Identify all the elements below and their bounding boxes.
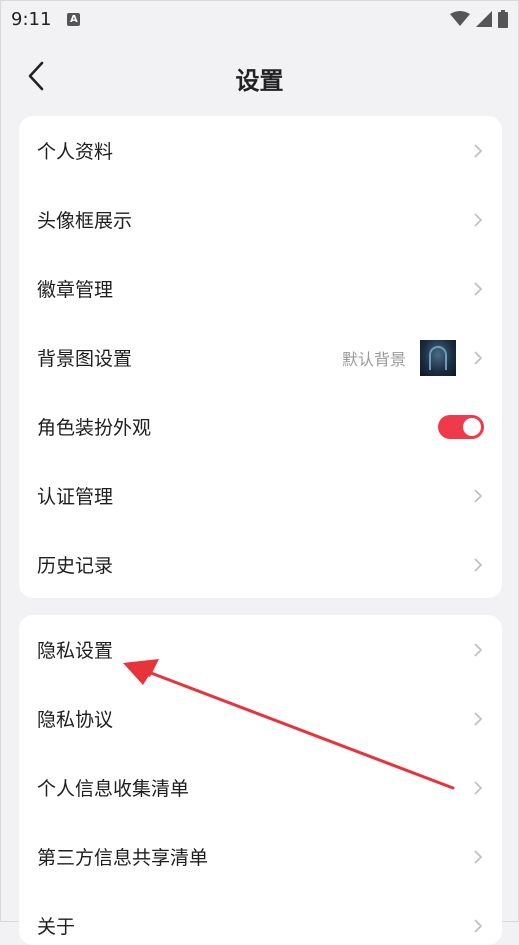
header: 设置 <box>1 49 518 103</box>
settings-item-label: 个人资料 <box>37 141 114 163</box>
settings-item-privacy-policy[interactable]: 隐私协议 <box>19 684 502 753</box>
battery-icon <box>498 10 508 28</box>
background-value: 默认背景 <box>341 349 406 369</box>
toggle-knob <box>463 417 481 436</box>
settings-item-label: 关于 <box>37 916 76 938</box>
chevron-right-icon <box>474 350 483 365</box>
background-thumbnail <box>420 339 456 376</box>
chevron-right-icon <box>474 212 483 227</box>
status-icons <box>450 10 508 28</box>
settings-card-main: 个人资料 头像框展示 徽章管理 背景图设置 默认背景 角色装扮外观 认证管理 历… <box>19 116 502 598</box>
chevron-right-icon <box>474 557 483 572</box>
settings-item-character-outfit: 角色装扮外观 <box>19 392 502 461</box>
settings-item-label: 角色装扮外观 <box>37 417 152 439</box>
chevron-right-icon <box>474 143 483 158</box>
signal-icon <box>476 11 492 27</box>
settings-item-label: 第三方信息共享清单 <box>37 847 209 869</box>
settings-item-profile[interactable]: 个人资料 <box>19 116 502 185</box>
notification-badge-icon: A <box>67 12 81 26</box>
settings-item-about[interactable]: 关于 <box>19 891 502 945</box>
settings-item-label: 个人信息收集清单 <box>37 778 190 800</box>
settings-item-label: 隐私设置 <box>37 640 114 662</box>
settings-item-history[interactable]: 历史记录 <box>19 530 502 598</box>
status-bar: 9:11 A <box>1 1 518 37</box>
settings-item-third-party-sharing[interactable]: 第三方信息共享清单 <box>19 822 502 891</box>
settings-item-avatar-frame[interactable]: 头像框展示 <box>19 185 502 254</box>
settings-item-background[interactable]: 背景图设置 默认背景 <box>19 323 502 392</box>
settings-item-verification[interactable]: 认证管理 <box>19 461 502 530</box>
chevron-right-icon <box>474 281 483 296</box>
page-title: 设置 <box>235 67 284 95</box>
character-outfit-toggle[interactable] <box>438 414 484 439</box>
settings-item-label: 徽章管理 <box>37 279 114 301</box>
settings-item-privacy-settings[interactable]: 隐私设置 <box>19 615 502 684</box>
settings-item-label: 认证管理 <box>37 486 114 508</box>
chevron-right-icon <box>474 642 483 657</box>
chevron-right-icon <box>474 780 483 795</box>
wifi-icon <box>450 11 470 26</box>
chevron-right-icon <box>474 711 483 726</box>
settings-card-privacy: 隐私设置 隐私协议 个人信息收集清单 第三方信息共享清单 关于 <box>19 615 502 945</box>
chevron-right-icon <box>474 488 483 503</box>
settings-item-label: 背景图设置 <box>37 348 133 370</box>
settings-item-label: 头像框展示 <box>37 210 133 232</box>
chevron-right-icon <box>474 918 483 933</box>
chevron-right-icon <box>474 849 483 864</box>
settings-item-badges[interactable]: 徽章管理 <box>19 254 502 323</box>
status-time: 9:11 <box>11 8 52 30</box>
settings-item-label: 历史记录 <box>37 555 114 577</box>
settings-item-personal-info-list[interactable]: 个人信息收集清单 <box>19 753 502 822</box>
settings-item-label: 隐私协议 <box>37 709 114 731</box>
